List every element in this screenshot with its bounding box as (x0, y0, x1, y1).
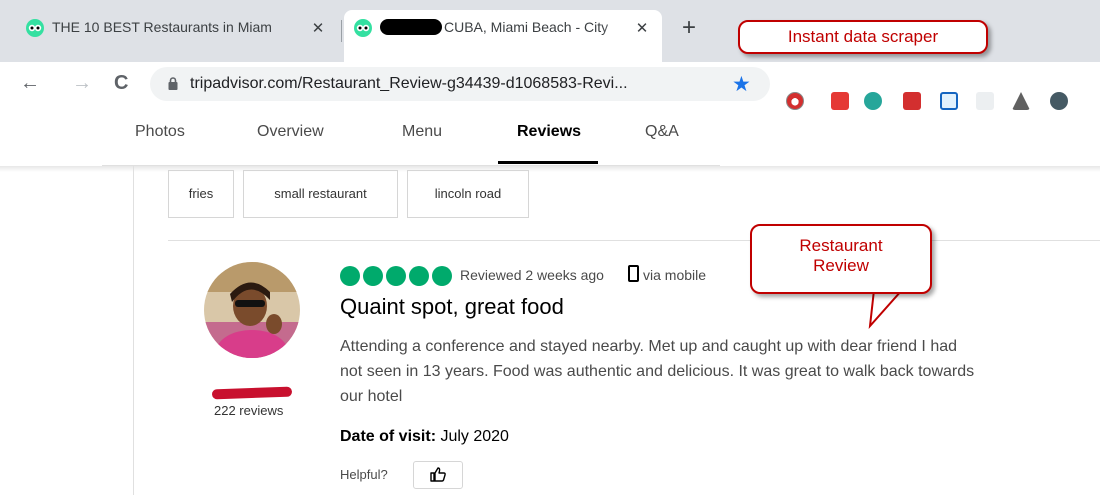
review-line: not seen in 13 years. Food was authentic… (340, 363, 975, 380)
content-left-border (133, 166, 134, 495)
restaurant-page-nav: Photos Overview Menu Reviews Q&A (102, 106, 720, 166)
reviewer-review-count[interactable]: 222 reviews (214, 403, 283, 418)
thumbs-up-icon (430, 467, 446, 482)
review-body: Attending a conference and stayed nearby… (340, 334, 1100, 409)
tripadvisor-favicon-icon (354, 19, 372, 37)
url-text: tripadvisor.com/Restaurant_Review-g34439… (190, 75, 628, 92)
edit-note-extension-icon[interactable] (940, 92, 958, 110)
redaction-mark (380, 19, 442, 35)
address-bar[interactable]: tripadvisor.com/Restaurant_Review-g34439… (150, 67, 770, 101)
date-of-visit-label: Date of visit: (340, 428, 437, 445)
browser-tab-restaurants[interactable]: THE 10 BEST Restaurants in Miam ✕ (26, 10, 338, 52)
helpful-button[interactable] (413, 461, 463, 489)
new-tab-button[interactable]: + (682, 14, 696, 42)
section-divider (168, 240, 1100, 241)
callout-text: Instant data scraper (787, 27, 939, 46)
rating-bubble (386, 266, 406, 286)
red-grid-extension-icon[interactable] (831, 92, 849, 110)
rating-bubbles (340, 266, 452, 286)
close-tab-icon[interactable]: ✕ (632, 19, 652, 37)
header-shadow (0, 166, 1100, 172)
browser-tab-cuba[interactable]: CUBA, Miami Beach - City ✕ (344, 10, 662, 62)
review-line: Attending a conference and stayed nearby… (340, 338, 958, 355)
callout-text: Review (813, 256, 869, 275)
tag-chip-fries[interactable]: fries (168, 170, 234, 218)
review-date: Reviewed 2 weeks ago (460, 267, 604, 283)
tab-title-text: CUBA, Miami Beach - City (444, 19, 609, 35)
callout-text: Restaurant (799, 236, 883, 255)
tab-reviews[interactable]: Reviews (517, 123, 581, 141)
close-tab-icon[interactable]: ✕ (308, 19, 328, 37)
tab-title: CUBA, Miami Beach - City (380, 19, 632, 35)
teal-web-extension-icon[interactable] (864, 92, 882, 110)
rating-bubble (432, 266, 452, 286)
annotation-callout-scraper: Instant data scraper (738, 20, 988, 54)
tab-title: THE 10 BEST Restaurants in Miam (52, 19, 272, 35)
reviewer-avatar[interactable] (204, 262, 300, 358)
active-tab-indicator (498, 161, 598, 164)
tag-chip-small-restaurant[interactable]: small restaurant (243, 170, 398, 218)
callout-pointer (868, 290, 904, 330)
rating-bubble (363, 266, 383, 286)
helpful-label: Helpful? (340, 467, 388, 482)
back-button[interactable]: ← (20, 72, 40, 95)
browser-toolbar: ← → C tripadvisor.com/Restaurant_Review-… (0, 62, 1100, 106)
tab-photos[interactable]: Photos (135, 123, 185, 141)
tripadvisor-favicon-icon (26, 19, 44, 37)
redacted-username (211, 386, 293, 400)
forward-button[interactable]: → (72, 72, 92, 95)
tab-separator (341, 20, 342, 42)
rating-bubble (409, 266, 429, 286)
review-line: our hotel (340, 388, 403, 405)
date-of-visit: Date of visit: July 2020 (340, 428, 509, 446)
review-title[interactable]: Quaint spot, great food (340, 294, 564, 320)
pokeball-extension-icon[interactable] (786, 92, 804, 110)
percent-extension-icon[interactable] (976, 92, 994, 110)
date-of-visit-value: July 2020 (436, 428, 509, 445)
review-source: via mobile (643, 267, 707, 283)
lock-icon (168, 77, 178, 90)
tab-menu[interactable]: Menu (402, 123, 442, 141)
bookmark-star-icon[interactable]: ★ (732, 72, 751, 97)
tab-overview[interactable]: Overview (257, 123, 324, 141)
rating-bubble (340, 266, 360, 286)
profile-extension-icon[interactable] (1050, 92, 1068, 110)
annotation-callout-review: Restaurant Review (750, 224, 932, 294)
mobile-phone-icon (628, 265, 639, 282)
tab-qa[interactable]: Q&A (645, 123, 679, 141)
reload-button[interactable]: C (114, 72, 128, 95)
red-arrow-extension-icon[interactable] (903, 92, 921, 110)
tag-chip-lincoln-road[interactable]: lincoln road (407, 170, 529, 218)
